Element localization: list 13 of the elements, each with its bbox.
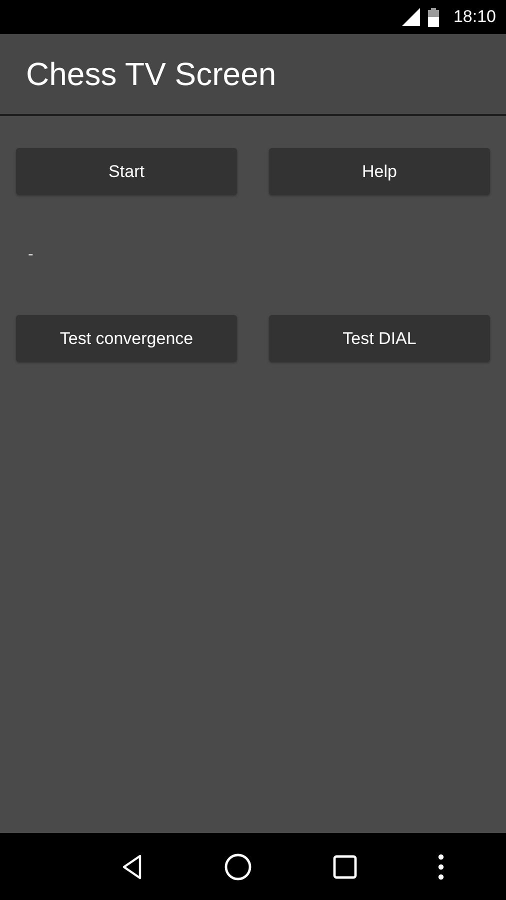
clock-time: 18:10	[453, 7, 496, 27]
battery-icon	[428, 8, 440, 26]
status-text: -	[28, 246, 34, 264]
app-title: Chess TV Screen	[26, 56, 276, 92]
action-button[interactable]: Start	[16, 148, 237, 195]
recents-icon[interactable]	[332, 854, 356, 878]
back-icon[interactable]	[120, 854, 142, 880]
action-button[interactable]: Test DIAL	[269, 315, 490, 362]
more-icon[interactable]	[438, 854, 444, 880]
signal-icon	[402, 8, 420, 26]
home-icon[interactable]	[224, 852, 252, 880]
action-button[interactable]: Help	[269, 148, 490, 195]
action-button[interactable]: Test convergence	[16, 315, 237, 362]
